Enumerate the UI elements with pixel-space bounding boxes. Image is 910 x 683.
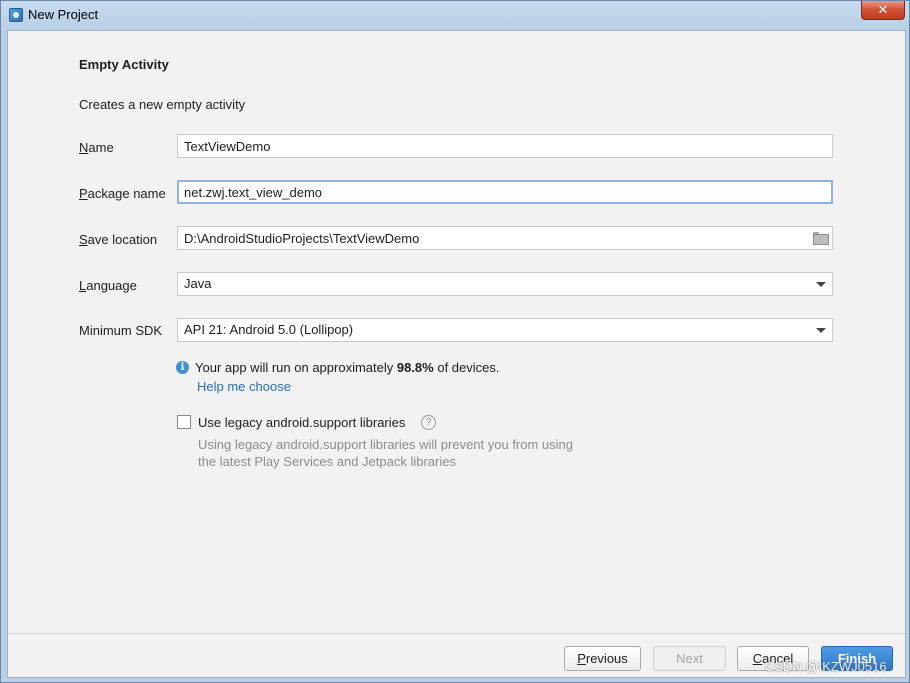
cancel-button[interactable]: Cancel — [737, 646, 809, 671]
name-label: Name — [79, 140, 114, 155]
android-studio-icon — [9, 8, 23, 22]
minimum-sdk-dropdown[interactable]: API 21: Android 5.0 (Lollipop) — [177, 318, 833, 342]
package-name-input[interactable] — [184, 182, 826, 202]
device-coverage-text: Your app will run on approximately 98.8%… — [195, 360, 500, 375]
coverage-percent: 98.8% — [396, 360, 434, 375]
legacy-help-line-2: the latest Play Services and Jetpack lib… — [198, 454, 456, 469]
package-name-field[interactable] — [177, 180, 833, 204]
title-bar[interactable]: New Project ✕ — [1, 1, 909, 29]
new-project-window: New Project ✕ Empty Activity Creates a n… — [0, 0, 910, 683]
save-location-label: Save location — [79, 232, 158, 247]
name-field[interactable] — [177, 134, 833, 158]
language-dropdown[interactable]: Java — [177, 272, 833, 296]
chevron-down-icon — [816, 282, 826, 287]
finish-button[interactable]: Finish — [821, 646, 893, 671]
minimum-sdk-label: Minimum SDK — [79, 323, 163, 338]
question-mark-icon[interactable]: ? — [421, 415, 436, 430]
language-selected-value: Java — [184, 276, 212, 291]
chevron-down-icon — [816, 328, 826, 333]
name-input[interactable] — [184, 135, 826, 157]
next-button[interactable]: Next — [653, 646, 726, 671]
legacy-support-checkbox[interactable] — [177, 415, 191, 429]
legacy-help-line-1: Using legacy android.support libraries w… — [198, 437, 574, 452]
info-icon: i — [176, 361, 189, 374]
footer-divider — [8, 633, 905, 634]
save-location-field[interactable] — [177, 226, 833, 250]
legacy-support-help: Using legacy android.support libraries w… — [198, 436, 618, 470]
package-name-label: Package name — [79, 186, 166, 201]
help-me-choose-link[interactable]: Help me choose — [197, 379, 291, 394]
legacy-support-label[interactable]: Use legacy android.support libraries — [198, 415, 405, 430]
dialog-content: Empty Activity Creates a new empty activ… — [7, 30, 906, 678]
close-button[interactable]: ✕ — [861, 1, 905, 20]
save-location-input[interactable] — [184, 227, 804, 249]
language-label: Language — [79, 278, 137, 293]
minimum-sdk-selected-value: API 21: Android 5.0 (Lollipop) — [184, 322, 354, 337]
previous-button[interactable]: Previous — [564, 646, 641, 671]
window-title: New Project — [28, 7, 99, 22]
template-description: Creates a new empty activity — [79, 97, 246, 112]
folder-browse-icon[interactable] — [813, 232, 829, 245]
template-heading: Empty Activity — [79, 57, 169, 72]
